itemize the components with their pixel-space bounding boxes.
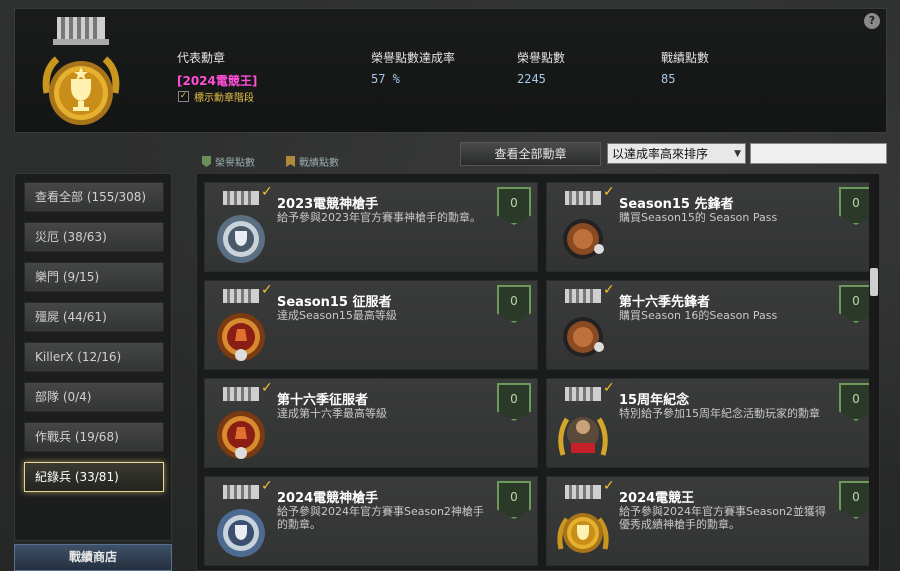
medal-title: 2024電競神槍手 — [277, 491, 379, 506]
scrollbar-thumb[interactable] — [870, 268, 878, 296]
medal-desc: 達成Season15最高等級 — [277, 309, 397, 322]
medal-card[interactable]: ✓ 第十六季先鋒者 購買Season 16的Season Pass 0 — [546, 280, 879, 370]
medal-title: 2023電競神槍手 — [277, 197, 379, 212]
sort-dropdown[interactable]: 以達成率高來排序 ▼ — [607, 143, 746, 164]
rep-medal-value: [2024電競王] — [177, 74, 258, 88]
completed-check-icon: ✓ — [603, 184, 615, 200]
record-points-label: 戰績點數 — [661, 51, 710, 65]
honor-rate-label: 榮譽點數達成率 — [371, 51, 456, 65]
completed-check-icon: ✓ — [603, 380, 615, 396]
silver-trophy-medal-icon — [217, 191, 265, 263]
completed-check-icon: ✓ — [261, 184, 273, 200]
category-combat[interactable]: 作戰兵 (19/68) — [24, 422, 164, 452]
completed-check-icon: ✓ — [261, 380, 273, 396]
medal-card[interactable]: ✓ Season15 征服者 達成Season15最高等級 0 — [204, 280, 538, 370]
completed-check-icon: ✓ — [603, 282, 615, 298]
medal-grid: ✓ 2023電競神槍手 給予參與2023年官方賽事神槍手的勳章。 0 ✓ Sea… — [196, 173, 880, 571]
medal-desc: 購買Season15的 Season Pass — [619, 211, 778, 224]
rep-medal-stat: 代表勳章 [2024電競王] — [177, 49, 257, 89]
medal-title: 2024電競王 — [619, 491, 695, 506]
honor-rate-value: 57 % — [371, 72, 400, 86]
category-all[interactable]: 查看全部 (155/308) — [24, 182, 164, 212]
legend-record-label: 戰績點數 — [299, 158, 339, 169]
medal-title: 第十六季先鋒者 — [619, 295, 711, 310]
record-points-icon — [286, 156, 295, 167]
category-paradise[interactable]: 樂門 (9/15) — [24, 262, 164, 292]
honor-points-badge: 0 — [497, 285, 531, 323]
completed-check-icon: ✓ — [603, 478, 615, 494]
show-medal-level-label: 標示勳章階段 — [194, 93, 254, 104]
category-disaster[interactable]: 災厄 (38/63) — [24, 222, 164, 252]
legend-honor-label: 榮譽點數 — [215, 158, 255, 169]
show-medal-level-checkbox[interactable]: ✓ — [178, 91, 189, 102]
silver-trophy-medal-icon — [217, 485, 265, 557]
category-record[interactable]: 紀錄兵 (33/81) — [24, 462, 164, 492]
medal-title: Season15 征服者 — [277, 295, 392, 310]
show-medal-level-toggle[interactable]: ✓ 標示勳章階段 — [178, 89, 254, 104]
honor-points-badge: 0 — [497, 187, 531, 225]
honor-rate-stat: 榮譽點數達成率 57 % — [371, 49, 455, 86]
honor-points-stat: 榮譽點數 2245 — [517, 49, 565, 86]
chevron-down-icon: ▼ — [734, 149, 741, 159]
medal-card[interactable]: ✓ 2024電競神槍手 給予參與2024年官方賽事Season2神槍手的勳章。 … — [204, 476, 538, 566]
sort-dropdown-value: 以達成率高來排序 — [612, 147, 709, 161]
record-shop-button[interactable]: 戰績商店 — [14, 544, 172, 571]
header-panel: ? 代表勳章 [2024電競王] 榮譽點數達成率 57 % 榮譽點數 2245 … — [14, 8, 887, 133]
honor-points-badge: 0 — [497, 383, 531, 421]
bronze-medal-icon — [563, 289, 604, 357]
medal-card[interactable]: ✓ 2024電競王 給予參與2024年官方賽事Season2並獲得優秀成績神槍手… — [546, 476, 879, 566]
medal-desc: 給予參與2024年官方賽事Season2並獲得優秀成績神槍手的勳章。 — [619, 505, 826, 531]
gold-trophy-medal-icon — [557, 485, 609, 553]
medal-desc: 購買Season 16的Season Pass — [619, 309, 778, 322]
honor-points-badge: 0 — [497, 481, 531, 519]
bronze-conqueror-medal-icon — [217, 387, 265, 459]
bronze-medal-icon — [563, 191, 604, 259]
honor-points-badge: 0 — [839, 481, 873, 519]
medal-title: 第十六季征服者 — [277, 393, 369, 408]
honor-points-badge: 0 — [839, 383, 873, 421]
anniversary-medal-icon — [558, 387, 608, 456]
category-zombie[interactable]: 殭屍 (44/61) — [24, 302, 164, 332]
medal-desc: 給予參與2024年官方賽事Season2神槍手的勳章。 — [277, 505, 484, 531]
medal-desc: 達成第十六季最高等級 — [277, 407, 387, 420]
medal-card[interactable]: ✓ Season15 先鋒者 購買Season15的 Season Pass 0 — [546, 182, 879, 272]
medal-desc: 特別給予參加15周年紀念活動玩家的勳章 — [619, 407, 820, 420]
bronze-conqueror-medal-icon — [217, 289, 265, 361]
honor-points-value: 2245 — [517, 72, 546, 86]
view-all-medals-button[interactable]: 查看全部勳章 — [460, 142, 601, 166]
legend-record: 戰績點數 — [286, 154, 339, 169]
medal-card[interactable]: ✓ 第十六季征服者 達成第十六季最高等級 0 — [204, 378, 538, 468]
medal-title: 15周年紀念 — [619, 393, 690, 408]
legend-honor: 榮譽點數 — [202, 154, 255, 169]
completed-check-icon: ✓ — [261, 282, 273, 298]
medal-title: Season15 先鋒者 — [619, 197, 734, 212]
category-clan[interactable]: 部隊 (0/4) — [24, 382, 164, 412]
record-points-value: 85 — [661, 72, 676, 86]
gold-trophy-medal-icon — [42, 17, 120, 125]
search-input[interactable] — [750, 143, 887, 164]
honor-points-icon — [202, 156, 211, 167]
medal-card[interactable]: ✓ 2023電競神槍手 給予參與2023年官方賽事神槍手的勳章。 0 — [204, 182, 538, 272]
honor-points-badge: 0 — [839, 187, 873, 225]
category-sidebar: 查看全部 (155/308) 災厄 (38/63) 樂門 (9/15) 殭屍 (… — [14, 173, 172, 541]
rep-medal-label: 代表勳章 — [177, 51, 226, 65]
record-points-stat: 戰績點數 85 — [661, 49, 709, 86]
completed-check-icon: ✓ — [261, 478, 273, 494]
medal-card[interactable]: ✓ 15周年紀念 特別給予參加15周年紀念活動玩家的勳章 0 — [546, 378, 879, 468]
help-icon[interactable]: ? — [864, 13, 880, 29]
honor-points-badge: 0 — [839, 285, 873, 323]
honor-points-label: 榮譽點數 — [517, 51, 566, 65]
medal-desc: 給予參與2023年官方賽事神槍手的勳章。 — [277, 211, 481, 224]
category-killerx[interactable]: KillerX (12/16) — [24, 342, 164, 372]
medal-grid-scrollbar[interactable] — [869, 174, 879, 570]
